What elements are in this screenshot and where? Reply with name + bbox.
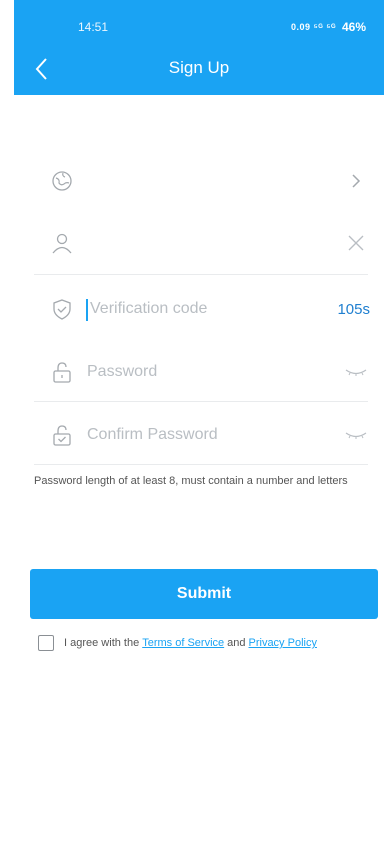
app-frame: 14:51 0.09 ⁵ᴳ ⁵ᴳ 46% Sign Up Verificatio… <box>14 0 384 850</box>
divider <box>34 401 368 402</box>
shield-check-icon <box>53 299 71 320</box>
clear-icon <box>348 235 364 251</box>
battery-level: 46% <box>341 20 366 34</box>
user-icon <box>52 233 72 254</box>
chevron-right-icon <box>352 174 361 188</box>
confirm-password-visibility-toggle[interactable] <box>344 422 368 448</box>
region-chevron[interactable] <box>344 168 368 194</box>
eye-closed-icon <box>345 369 367 376</box>
confirm-password-input[interactable] <box>87 420 307 450</box>
password-row <box>34 343 368 403</box>
password-input[interactable] <box>87 357 307 387</box>
submit-button[interactable]: Submit <box>30 569 378 619</box>
status-time: 14:51 <box>78 20 109 34</box>
account-input[interactable] <box>87 228 307 258</box>
lock-check-icon <box>53 425 71 446</box>
agree-checkbox[interactable] <box>38 635 54 651</box>
status-indicators: 0.09 ⁵ᴳ ⁵ᴳ 46% <box>291 20 366 34</box>
page-title: Sign Up <box>168 58 230 77</box>
divider <box>34 274 368 275</box>
region-row[interactable] <box>34 152 368 212</box>
globe-icon <box>52 171 72 191</box>
agreement-middle: and <box>227 637 246 649</box>
verification-code-input[interactable] <box>90 294 310 324</box>
text-cursor <box>86 299 88 321</box>
resend-countdown[interactable]: 105s <box>337 301 370 318</box>
password-visibility-toggle[interactable] <box>344 359 368 385</box>
confirm-password-row <box>34 406 368 466</box>
network-indicators: 0.09 ⁵ᴳ ⁵ᴳ <box>290 22 336 32</box>
terms-of-service-link[interactable]: Terms of Service <box>142 637 224 649</box>
clear-button[interactable] <box>344 230 368 256</box>
agreement: I agree with the Terms of Service and Pr… <box>38 634 320 652</box>
eye-closed-icon <box>345 432 367 439</box>
verification-row <box>34 280 368 340</box>
header-bar: 14:51 0.09 ⁵ᴳ ⁵ᴳ 46% Sign Up <box>14 0 384 95</box>
divider <box>34 464 368 465</box>
privacy-policy-link[interactable]: Privacy Policy <box>249 637 317 649</box>
account-row <box>34 214 368 274</box>
agreement-prefix: I agree with the <box>64 637 140 649</box>
lock-icon <box>53 362 71 383</box>
password-hint: Password length of at least 8, must cont… <box>34 475 348 487</box>
